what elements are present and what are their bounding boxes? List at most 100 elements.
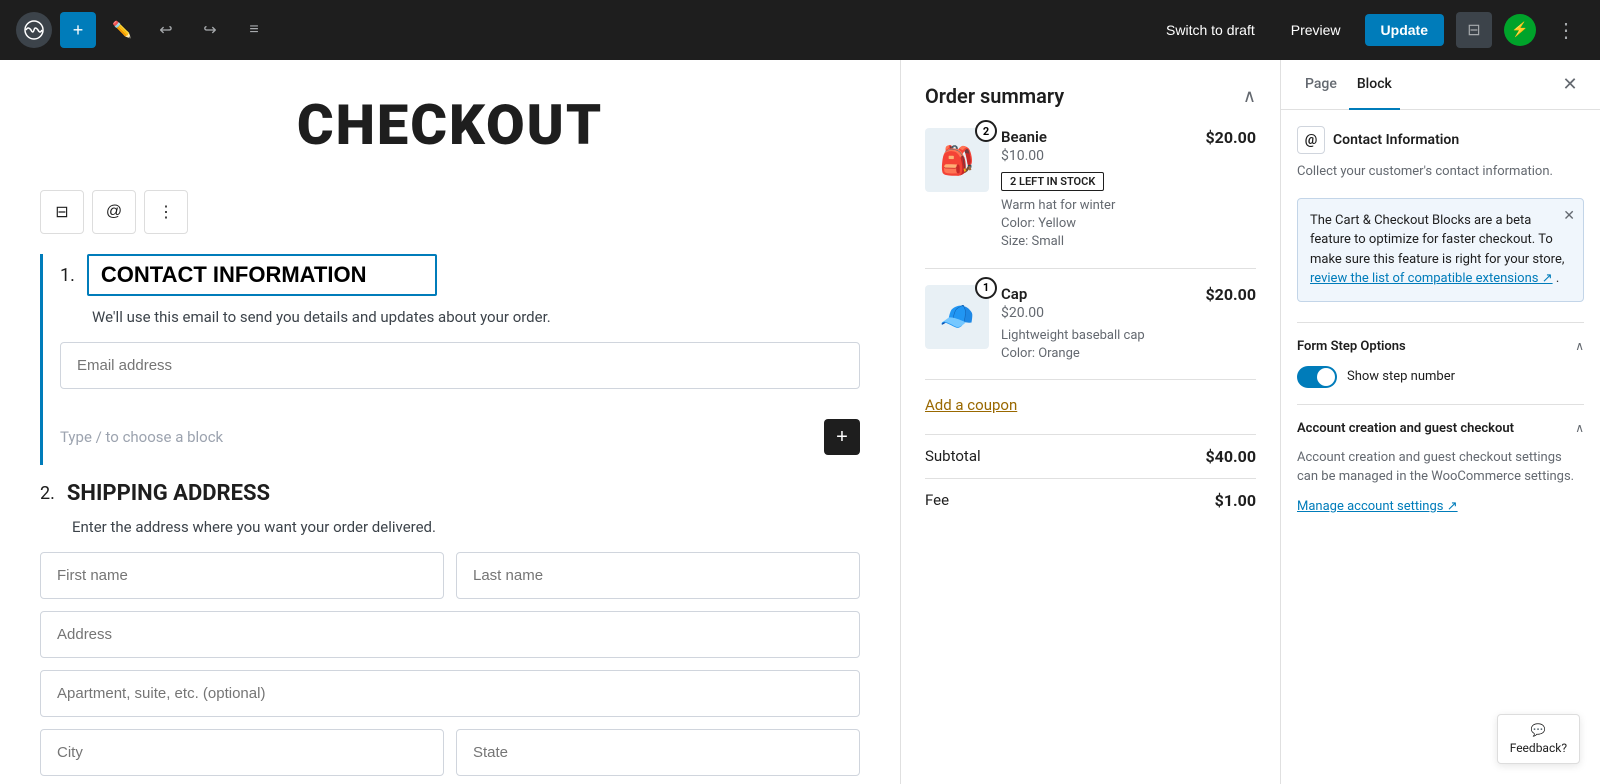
add-coupon-link[interactable]: Add a coupon bbox=[925, 396, 1256, 414]
fee-label: Fee bbox=[925, 491, 949, 509]
form-step-options-header[interactable]: Form Step Options ∧ bbox=[1297, 339, 1584, 354]
add-block-button[interactable]: + bbox=[824, 419, 860, 455]
beta-notice-text: The Cart & Checkout Blocks are a beta fe… bbox=[1310, 213, 1564, 267]
user-avatar[interactable]: ⚡ bbox=[1504, 14, 1536, 46]
cap-total-price: $20.00 bbox=[1205, 285, 1256, 304]
wp-logo[interactable] bbox=[16, 12, 52, 48]
feedback-label: Feedback? bbox=[1510, 741, 1567, 755]
account-section: Account creation and guest checkout ∧ Ac… bbox=[1297, 404, 1584, 514]
beanie-total-price: $20.00 bbox=[1205, 128, 1256, 147]
add-block-toolbar-button[interactable]: + bbox=[60, 12, 96, 48]
address-field[interactable] bbox=[40, 611, 860, 658]
at-icon: @ bbox=[1297, 126, 1325, 154]
main-layout: CHECKOUT ⊟ @ ⋮ 1. We'll use this email t… bbox=[0, 0, 1600, 784]
beanie-quantity-badge: 2 bbox=[975, 120, 997, 142]
edit-icon-button[interactable]: ✏️ bbox=[104, 12, 140, 48]
cap-name: Cap bbox=[1001, 285, 1193, 303]
beanie-desc: Warm hat for winter bbox=[1001, 197, 1193, 215]
city-zip-row bbox=[40, 729, 860, 776]
first-name-field[interactable] bbox=[40, 552, 444, 599]
account-chevron-icon: ∧ bbox=[1575, 421, 1584, 435]
view-toggle-button[interactable]: ⊟ bbox=[1456, 12, 1492, 48]
sidebar-contact-desc: Collect your customer's contact informat… bbox=[1297, 162, 1584, 182]
toggle-sidebar-button[interactable]: ⊟ bbox=[40, 190, 84, 234]
order-summary-area: Order summary ∧ 🎒 2 Beanie $10.00 2 LEFT… bbox=[900, 60, 1280, 784]
at-button[interactable]: @ bbox=[92, 190, 136, 234]
beanie-unit-price: $10.00 bbox=[1001, 148, 1193, 164]
form-step-options-section: Form Step Options ∧ Show step number bbox=[1297, 322, 1584, 388]
add-block-text: Type / to choose a block bbox=[60, 428, 223, 446]
shipping-description: Enter the address where you want your or… bbox=[72, 518, 860, 536]
last-name-field[interactable] bbox=[456, 552, 860, 599]
toolbar-right: Switch to draft Preview Update ⊟ ⚡ ⋮ bbox=[1154, 12, 1584, 48]
beanie-stock-badge: 2 LEFT IN STOCK bbox=[1001, 172, 1104, 191]
manage-account-settings-link[interactable]: Manage account settings ↗ bbox=[1297, 499, 1458, 514]
email-field[interactable] bbox=[60, 342, 860, 389]
undo-button[interactable]: ↩ bbox=[148, 12, 184, 48]
section-border bbox=[40, 254, 43, 465]
more-options-button[interactable]: ⋮ bbox=[1548, 12, 1584, 48]
toolbar: + ✏️ ↩ ↪ ≡ Switch to draft Preview Updat… bbox=[0, 0, 1600, 60]
list-view-button[interactable]: ≡ bbox=[236, 12, 272, 48]
account-section-title: Account creation and guest checkout bbox=[1297, 421, 1514, 436]
form-step-chevron-icon: ∧ bbox=[1575, 339, 1584, 353]
right-sidebar: Page Block ✕ @ Contact Information Colle… bbox=[1280, 60, 1600, 784]
cap-unit-price: $20.00 bbox=[1001, 305, 1193, 321]
beanie-name: Beanie bbox=[1001, 128, 1193, 146]
state-field[interactable] bbox=[456, 729, 860, 776]
page-title: CHECKOUT bbox=[40, 92, 860, 158]
collapse-summary-button[interactable]: ∧ bbox=[1243, 86, 1256, 107]
contact-section-title[interactable] bbox=[87, 254, 437, 296]
editor-area: CHECKOUT ⊟ @ ⋮ 1. We'll use this email t… bbox=[0, 60, 900, 784]
order-item-beanie: 🎒 2 Beanie $10.00 2 LEFT IN STOCK Warm h… bbox=[925, 128, 1256, 269]
account-section-desc: Account creation and guest checkout sett… bbox=[1297, 448, 1584, 487]
beta-notice: ✕ The Cart & Checkout Blocks are a beta … bbox=[1297, 198, 1584, 302]
fee-value: $1.00 bbox=[1215, 491, 1256, 510]
city-field[interactable] bbox=[40, 729, 444, 776]
feedback-button[interactable]: 💬 Feedback? bbox=[1497, 714, 1580, 764]
cap-desc: Lightweight baseball cap bbox=[1001, 327, 1193, 345]
subtotal-row: Subtotal $40.00 bbox=[925, 434, 1256, 478]
apartment-field[interactable] bbox=[40, 670, 860, 717]
order-summary-title: Order summary bbox=[925, 84, 1064, 108]
contact-header: 1. bbox=[60, 254, 860, 296]
account-section-header[interactable]: Account creation and guest checkout ∧ bbox=[1297, 421, 1584, 436]
order-item-cap: 🧢 1 Cap $20.00 Lightweight baseball cap … bbox=[925, 285, 1256, 380]
show-step-number-row: Show step number bbox=[1297, 366, 1584, 388]
block-tab[interactable]: Block bbox=[1349, 60, 1400, 110]
shipping-header: 2. SHIPPING ADDRESS bbox=[40, 481, 860, 506]
beta-notice-close-button[interactable]: ✕ bbox=[1563, 207, 1575, 224]
beanie-details: Beanie $10.00 2 LEFT IN STOCK Warm hat f… bbox=[1001, 128, 1193, 252]
shipping-section-title: SHIPPING ADDRESS bbox=[67, 481, 270, 506]
form-step-options-title: Form Step Options bbox=[1297, 339, 1406, 354]
cap-image: 🧢 1 bbox=[925, 285, 989, 349]
beta-notice-link[interactable]: review the list of compatible extensions… bbox=[1310, 271, 1553, 286]
sidebar-content: @ Contact Information Collect your custo… bbox=[1281, 110, 1600, 784]
sidebar-tabs: Page Block ✕ bbox=[1281, 60, 1600, 110]
show-step-number-label: Show step number bbox=[1347, 369, 1455, 384]
cap-color: Color: Orange bbox=[1001, 345, 1193, 363]
redo-button[interactable]: ↪ bbox=[192, 12, 228, 48]
beanie-color: Color: Yellow bbox=[1001, 215, 1193, 233]
beanie-size: Size: Small bbox=[1001, 233, 1193, 251]
beanie-image: 🎒 2 bbox=[925, 128, 989, 192]
shipping-section-number: 2. bbox=[40, 483, 55, 504]
update-button[interactable]: Update bbox=[1365, 14, 1444, 46]
subtotal-value: $40.00 bbox=[1205, 447, 1256, 466]
switch-draft-button[interactable]: Switch to draft bbox=[1154, 14, 1267, 46]
page-tab[interactable]: Page bbox=[1297, 60, 1345, 110]
preview-button[interactable]: Preview bbox=[1279, 14, 1353, 46]
contact-section: 1. We'll use this email to send you deta… bbox=[40, 254, 860, 465]
block-toolbar: ⊟ @ ⋮ bbox=[40, 190, 860, 234]
beta-notice-suffix: . bbox=[1556, 271, 1559, 286]
show-step-number-toggle[interactable] bbox=[1297, 366, 1337, 388]
contact-section-number: 1. bbox=[60, 265, 75, 286]
cap-details: Cap $20.00 Lightweight baseball cap Colo… bbox=[1001, 285, 1193, 363]
cap-quantity-badge: 1 bbox=[975, 277, 997, 299]
sidebar-close-button[interactable]: ✕ bbox=[1556, 71, 1584, 99]
shipping-section: 2. SHIPPING ADDRESS Enter the address wh… bbox=[40, 481, 860, 776]
add-block-row: Type / to choose a block + bbox=[60, 409, 860, 465]
fee-row: Fee $1.00 bbox=[925, 478, 1256, 522]
order-summary-header: Order summary ∧ bbox=[925, 84, 1256, 108]
more-block-button[interactable]: ⋮ bbox=[144, 190, 188, 234]
